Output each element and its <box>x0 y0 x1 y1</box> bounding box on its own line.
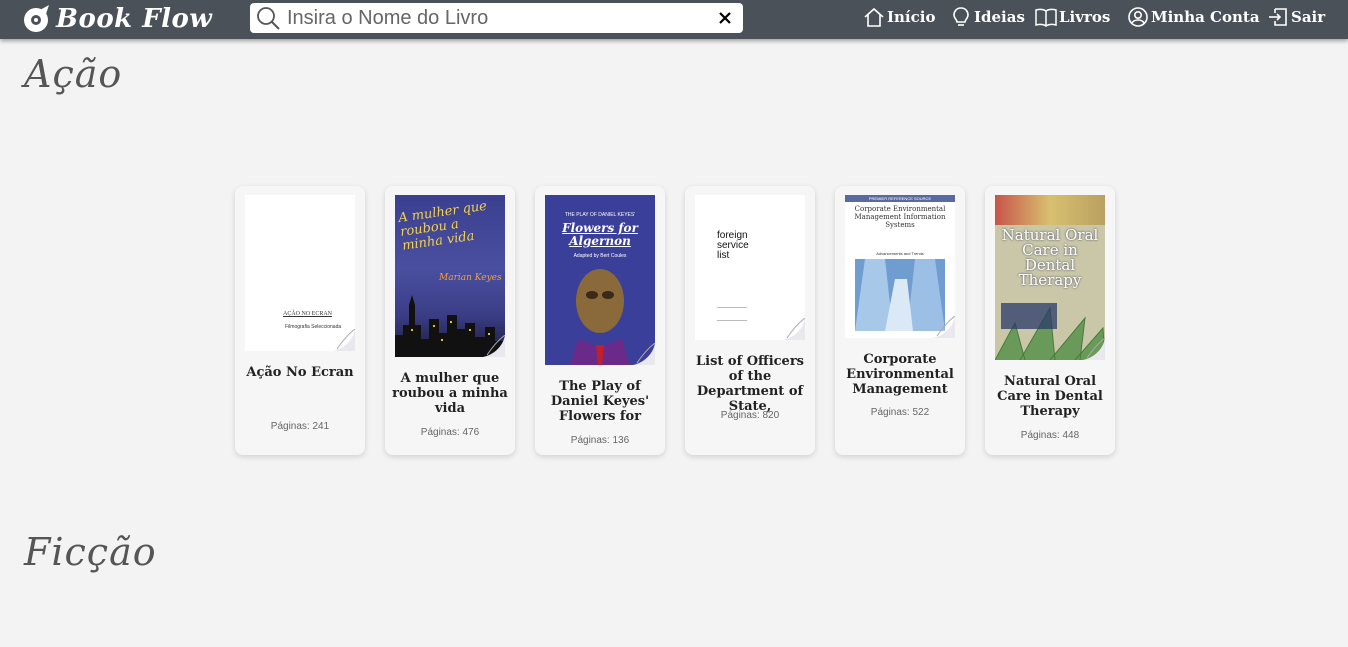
book-card[interactable]: A mulher que roubou a minha vida Marian … <box>385 186 515 455</box>
book-pages: Páginas: 820 <box>720 410 780 421</box>
book-cover: A mulher que roubou a minha vida Marian … <box>395 195 505 357</box>
cover-buildings-illustration <box>855 259 945 331</box>
page-curl-icon <box>333 329 355 351</box>
cover-title: A mulher que roubou a minha vida <box>397 198 488 254</box>
book-title: Ação No Ecran <box>246 365 354 380</box>
book-pages: Páginas: 476 <box>420 427 480 438</box>
cover-title: Corporate Environmental Management Infor… <box>854 205 946 229</box>
book-title: The Play of Daniel Keyes' Flowers for <box>550 379 650 424</box>
book-pages: Páginas: 448 <box>1020 430 1080 441</box>
cover-title: foreign service list <box>717 230 749 261</box>
nav-label-minha-conta: Minha Conta <box>1151 7 1260 26</box>
brand[interactable]: Book Flow <box>22 3 212 35</box>
lightbulb-icon <box>953 6 969 26</box>
cover-fineprint <box>717 307 747 321</box>
book-card[interactable]: Natural Oral Care in Dental Therapy Natu… <box>985 186 1115 455</box>
cover-title: Flowers for Algernon <box>562 221 638 248</box>
book-cover: THE PLAY OF DANIEL KEYES' Flowers for Al… <box>545 195 655 365</box>
cover-title: Natural Oral Care in Dental Therapy <box>1001 226 1099 289</box>
nav-label-sair: Sair <box>1291 7 1326 26</box>
nav-ideias[interactable]: Ideias <box>950 0 1025 33</box>
book-pages: Páginas: 136 <box>570 435 630 446</box>
book-card[interactable]: foreign service list List of Officers of… <box>685 186 815 455</box>
section-title-ficcao: Ficção <box>24 530 157 574</box>
home-icon <box>864 7 884 27</box>
book-open-icon <box>1035 8 1057 27</box>
book-card[interactable]: PREMIER REFERENCE SOURCE Corporate Envir… <box>835 186 965 455</box>
cover-author: Marian Keyes <box>439 273 502 283</box>
page-curl-icon <box>933 316 955 338</box>
top-navigation-bar: Book Flow Início Ideias Livros <box>0 0 1348 39</box>
cover-top-photo <box>995 195 1105 225</box>
close-icon[interactable] <box>713 6 737 30</box>
search-bar <box>250 3 743 33</box>
page-curl-icon <box>1083 338 1105 360</box>
book-title: Natural Oral Care in Dental Therapy <box>997 374 1103 419</box>
book-cover: foreign service list <box>695 195 805 340</box>
book-flow-logo-icon <box>24 5 49 32</box>
book-cover: Natural Oral Care in Dental Therapy <box>995 195 1105 360</box>
book-pages: Páginas: 241 <box>270 421 330 432</box>
nav-sair[interactable]: Sair <box>1267 0 1325 33</box>
nav-label-ideias: Ideias <box>974 7 1025 26</box>
brand-name: Book Flow <box>56 4 213 34</box>
section-title-acao: Ação <box>24 52 123 96</box>
page-curl-icon <box>483 335 505 357</box>
page-curl-icon <box>783 318 805 340</box>
book-pages: Páginas: 522 <box>870 407 930 418</box>
book-title: A mulher que roubou a minha vida <box>392 371 508 416</box>
search-input[interactable] <box>281 4 713 32</box>
nav-label-inicio: Início <box>887 7 936 26</box>
book-cover: PREMIER REFERENCE SOURCE Corporate Envir… <box>845 195 955 338</box>
book-title: List of Officers of the Department of St… <box>695 354 804 414</box>
book-card[interactable]: THE PLAY OF DANIEL KEYES' Flowers for Al… <box>535 186 665 455</box>
nav-label-livros: Livros <box>1059 7 1111 26</box>
book-cover: AÇÃO NO ECRAN Filmografia Seleccionada <box>245 195 355 351</box>
cover-portrait-illustration <box>570 269 630 365</box>
cover-subtitle: Advancements and Trends <box>876 251 924 256</box>
user-circle-icon <box>1128 6 1148 27</box>
cover-subtitle: Adapted by Bert Coules <box>573 253 627 259</box>
nav-inicio[interactable]: Início <box>863 0 935 33</box>
cover-title: AÇÃO NO ECRAN <box>283 311 333 317</box>
nav-livros[interactable]: Livros <box>1035 0 1110 33</box>
search-icon <box>257 7 280 30</box>
logout-icon <box>1269 7 1287 26</box>
nav-minha-conta[interactable]: Minha Conta <box>1127 0 1260 33</box>
page-curl-icon <box>633 343 655 365</box>
cover-header: PREMIER REFERENCE SOURCE <box>845 195 955 202</box>
book-title: Corporate Environmental Management <box>846 352 954 397</box>
cover-header: THE PLAY OF DANIEL KEYES' <box>564 212 636 218</box>
book-card[interactable]: AÇÃO NO ECRAN Filmografia Seleccionada A… <box>235 186 365 455</box>
